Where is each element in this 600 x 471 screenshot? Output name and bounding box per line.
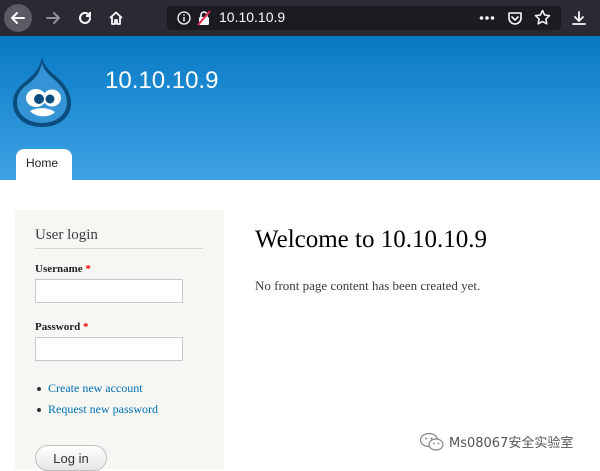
site-name[interactable]: 10.10.10.9 <box>105 67 218 95</box>
url-text[interactable]: 10.10.10.9 <box>219 9 285 25</box>
url-bar[interactable]: 10.10.10.9 <box>167 6 561 30</box>
create-account-link[interactable]: Create new account <box>48 381 143 396</box>
watermark-text: Ms08067安全实验室 <box>449 436 574 451</box>
block-divider <box>35 248 203 249</box>
username-label: Username * <box>35 263 91 275</box>
info-icon[interactable] <box>177 11 191 25</box>
site-header: 10.10.10.9 Home <box>0 36 600 180</box>
forward-button[interactable] <box>40 5 66 31</box>
username-input[interactable] <box>35 279 183 303</box>
user-login-block: User login Username * Password * Create … <box>15 210 224 471</box>
more-icon[interactable] <box>479 15 495 21</box>
forward-icon <box>46 12 60 24</box>
bookmark-star-icon[interactable] <box>534 9 551 26</box>
required-marker: * <box>85 263 91 275</box>
tab-home[interactable]: Home <box>16 149 72 180</box>
drupal-logo[interactable] <box>10 54 74 130</box>
browser-toolbar: 10.10.10.9 <box>0 0 600 36</box>
list-bullet <box>37 387 41 391</box>
request-password-link[interactable]: Request new password <box>48 402 158 417</box>
list-bullet <box>37 408 41 412</box>
required-marker: * <box>82 321 89 333</box>
wechat-icon <box>419 432 444 451</box>
page-text: No front page content has been created y… <box>255 278 481 293</box>
password-label: Password * <box>35 321 88 333</box>
home-icon <box>109 11 123 25</box>
password-input[interactable] <box>35 337 183 361</box>
download-icon <box>572 11 586 25</box>
back-icon <box>11 12 25 24</box>
reload-button[interactable] <box>72 5 98 31</box>
home-button[interactable] <box>103 5 129 31</box>
back-button[interactable] <box>4 4 32 32</box>
tab-home-label: Home <box>26 156 59 170</box>
reload-icon <box>79 11 91 24</box>
block-title: User login <box>35 227 98 243</box>
page-title: Welcome to 10.10.10.9 <box>255 226 487 253</box>
username-label-text: Username <box>35 263 83 275</box>
login-button[interactable]: Log in <box>35 445 107 471</box>
downloads-button[interactable] <box>566 5 592 31</box>
insecure-lock-icon[interactable] <box>197 10 211 26</box>
password-label-text: Password <box>35 321 81 333</box>
pocket-icon[interactable] <box>507 10 523 26</box>
